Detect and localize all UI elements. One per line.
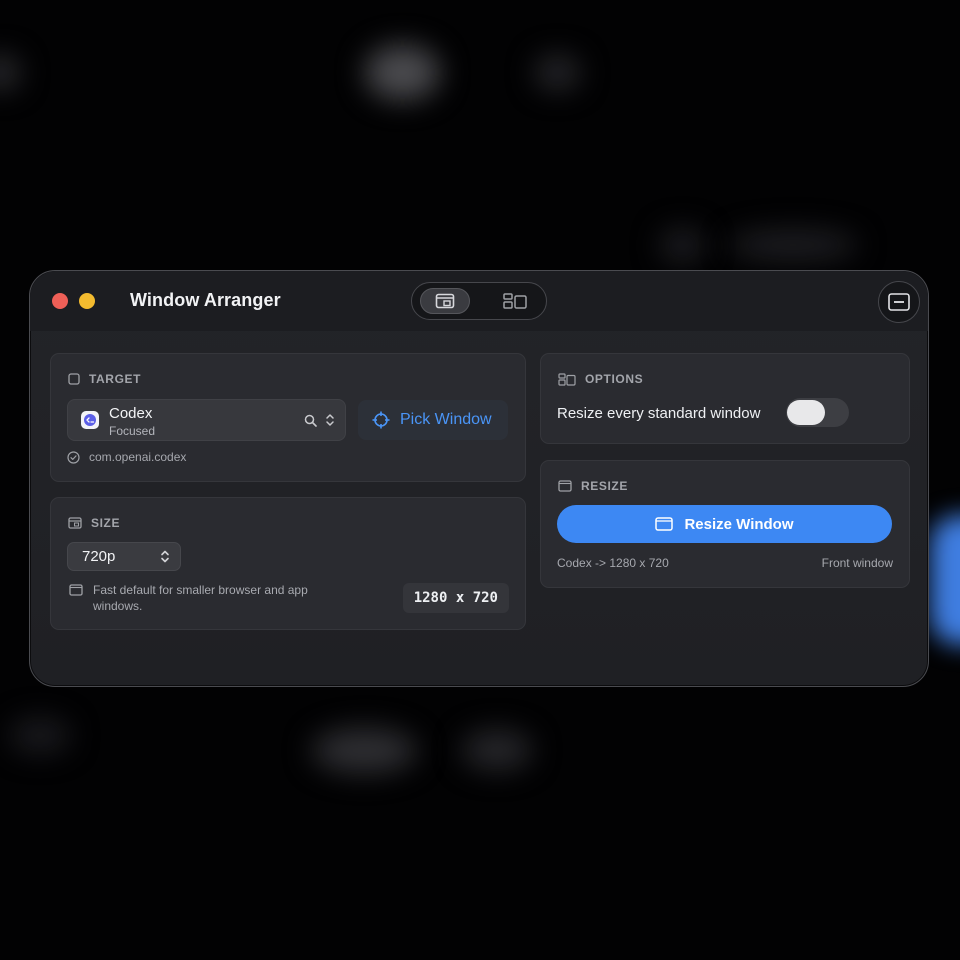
select-controls xyxy=(304,413,335,427)
resize-header: RESIZE xyxy=(558,479,628,493)
background-blur xyxy=(660,228,705,263)
resize-card: RESIZE Resize Window Codex -> 1280 x 720… xyxy=(540,460,910,588)
target-card: TARGET Codex Focused Pick Window com.ope… xyxy=(50,353,526,482)
background-blur xyxy=(930,515,960,645)
options-header: OPTIONS xyxy=(558,372,643,386)
options-header-label: OPTIONS xyxy=(585,372,644,386)
window-outline-icon xyxy=(69,584,83,596)
resize-window-label: Resize Window xyxy=(684,515,794,533)
pick-window-button[interactable]: Pick Window xyxy=(358,400,508,440)
search-icon[interactable] xyxy=(304,414,317,427)
target-header-label: TARGET xyxy=(89,372,142,386)
size-preset-value: 720p xyxy=(82,548,116,565)
resize-scope: Front window xyxy=(821,556,893,570)
background-blur xyxy=(365,45,440,100)
size-preset-select[interactable]: 720p xyxy=(67,542,181,571)
window-outline-icon xyxy=(68,373,80,385)
size-header-label: SIZE xyxy=(91,516,121,530)
collapse-panel-button[interactable] xyxy=(878,281,920,323)
minimize-window-button[interactable] xyxy=(79,293,95,309)
background-blur xyxy=(462,730,532,770)
layout-mode-segmented-control xyxy=(411,282,547,320)
background-blur xyxy=(10,718,70,753)
background-blur xyxy=(728,230,858,260)
bundle-id-text: com.openai.codex xyxy=(89,450,187,464)
options-card: OPTIONS Resize every standard window xyxy=(540,353,910,444)
target-header: TARGET xyxy=(68,372,141,386)
multi-window-layout-icon xyxy=(503,293,527,309)
multi-window-mode-button[interactable] xyxy=(490,288,540,314)
checkmark-circle-icon xyxy=(67,450,80,464)
multi-window-layout-icon xyxy=(558,372,576,386)
size-dimensions: 1280 x 720 xyxy=(402,583,509,613)
target-app-name: Codex xyxy=(109,405,153,422)
background-blur xyxy=(0,55,20,90)
resize-summary: Codex -> 1280 x 720 xyxy=(557,556,669,570)
crosshair-icon xyxy=(372,411,390,429)
chevron-up-down-icon xyxy=(326,414,334,426)
window-title: Window Arranger xyxy=(130,290,281,310)
resize-all-toggle[interactable] xyxy=(786,398,849,427)
size-description: Fast default for smaller browser and app… xyxy=(93,583,308,613)
single-window-layout-icon xyxy=(435,293,455,309)
target-app-status: Focused xyxy=(109,424,156,438)
background-blur xyxy=(535,55,580,90)
close-window-button[interactable] xyxy=(52,293,68,309)
codex-app-icon xyxy=(81,411,99,429)
resize-all-label: Resize every standard window xyxy=(557,405,761,422)
toggle-knob xyxy=(787,400,825,425)
title-bar: Window Arranger xyxy=(30,271,928,331)
size-layout-icon xyxy=(68,517,82,529)
target-app-select[interactable]: Codex Focused xyxy=(67,399,346,441)
bundle-id-row: com.openai.codex xyxy=(67,450,186,464)
chevron-up-down-icon xyxy=(161,550,169,563)
size-card: SIZE 720p Fast default for smaller brows… xyxy=(50,497,526,630)
size-header: SIZE xyxy=(68,516,120,530)
resize-window-button[interactable]: Resize Window xyxy=(557,505,892,543)
window-outline-icon xyxy=(655,517,674,531)
single-window-mode-button[interactable] xyxy=(420,288,470,314)
minimize-panel-icon xyxy=(888,293,910,311)
app-window: Window Arranger TARGET Codex Focused Pic… xyxy=(29,270,929,687)
background-blur xyxy=(312,728,417,773)
window-outline-icon xyxy=(558,480,572,492)
pick-window-label: Pick Window xyxy=(400,411,492,428)
resize-header-label: RESIZE xyxy=(581,479,628,493)
